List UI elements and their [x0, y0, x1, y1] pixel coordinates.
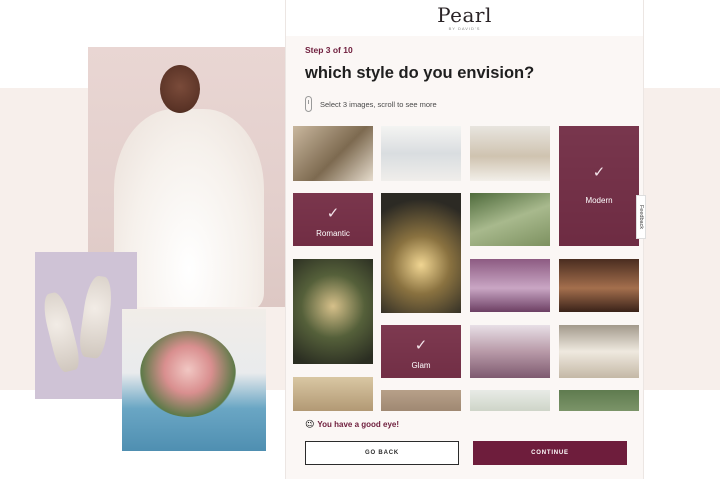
style-tile-12[interactable]	[559, 325, 639, 378]
bride-head-shape	[160, 65, 200, 113]
tile-label-modern: Modern	[585, 196, 613, 205]
style-tile-romantic[interactable]: ✓ Romantic	[293, 193, 373, 246]
tile-image	[559, 390, 639, 411]
style-tile-9[interactable]	[559, 259, 639, 312]
style-tile-modern[interactable]: ✓ Modern	[559, 126, 639, 246]
tile-image	[559, 325, 639, 378]
tile-image	[559, 259, 639, 312]
tile-image	[381, 193, 461, 313]
style-tile-15[interactable]	[470, 390, 550, 411]
tile-image	[293, 126, 373, 181]
encouragement-message: 😉 You have a good eye!	[305, 419, 399, 430]
pearl-logo-subtext: BY DAVID'S	[448, 26, 481, 31]
style-tile-16[interactable]	[559, 390, 639, 411]
style-tile-8[interactable]	[470, 259, 550, 312]
panel-header: Pearl BY DAVID'S	[286, 0, 643, 36]
style-tile-13[interactable]	[293, 377, 373, 411]
tile-image	[293, 377, 373, 411]
instruction-hint: Select 3 images, scroll to see more	[305, 96, 437, 112]
tile-image	[470, 193, 550, 246]
style-tile-6[interactable]	[470, 193, 550, 246]
bouquet-shape	[140, 331, 236, 417]
tile-image	[470, 259, 550, 312]
feedback-label: Feedback	[638, 204, 644, 230]
style-tile-2[interactable]	[381, 126, 461, 181]
style-tile-1[interactable]	[293, 126, 373, 181]
encouragement-text: You have a good eye!	[317, 420, 400, 429]
checkmark-icon: ✓	[326, 205, 340, 223]
style-quiz-panel: Pearl BY DAVID'S Step 3 of 10 which styl…	[285, 0, 644, 479]
tile-image	[470, 126, 550, 181]
shoe-right	[77, 274, 115, 360]
selected-overlay	[559, 126, 639, 246]
tile-image	[293, 259, 373, 364]
tile-image	[381, 390, 461, 411]
step-indicator: Step 3 of 10	[305, 45, 353, 55]
continue-button[interactable]: CONTINUE	[473, 441, 627, 465]
tile-image	[470, 390, 550, 411]
style-tile-14[interactable]	[381, 390, 461, 411]
style-tile-3[interactable]	[470, 126, 550, 181]
checkmark-icon: ✓	[414, 337, 428, 355]
tile-label-romantic: Romantic	[316, 229, 350, 238]
shoe-left	[39, 290, 83, 374]
style-tile-7[interactable]	[293, 259, 373, 364]
question-title: which style do you envision?	[305, 64, 535, 82]
style-tile-11[interactable]	[470, 325, 550, 378]
style-tile-5[interactable]	[381, 193, 461, 313]
tile-image	[381, 126, 461, 181]
tile-image	[470, 325, 550, 378]
checkmark-icon: ✓	[592, 163, 606, 181]
wink-emoji-icon: 😉	[305, 419, 315, 429]
tile-label-glam: Glam	[411, 361, 431, 370]
go-back-button[interactable]: GO BACK	[305, 441, 459, 465]
style-tile-glam[interactable]: ✓ Glam	[381, 325, 461, 378]
feedback-tab[interactable]: Feedback	[636, 195, 646, 239]
style-image-grid[interactable]: ✓ Modern ✓ Romantic ✓ Glam	[293, 126, 641, 411]
pearl-logo: Pearl	[437, 3, 492, 27]
scroll-icon	[305, 96, 312, 112]
bouquet-photo	[122, 309, 266, 451]
instruction-text: Select 3 images, scroll to see more	[320, 99, 437, 109]
